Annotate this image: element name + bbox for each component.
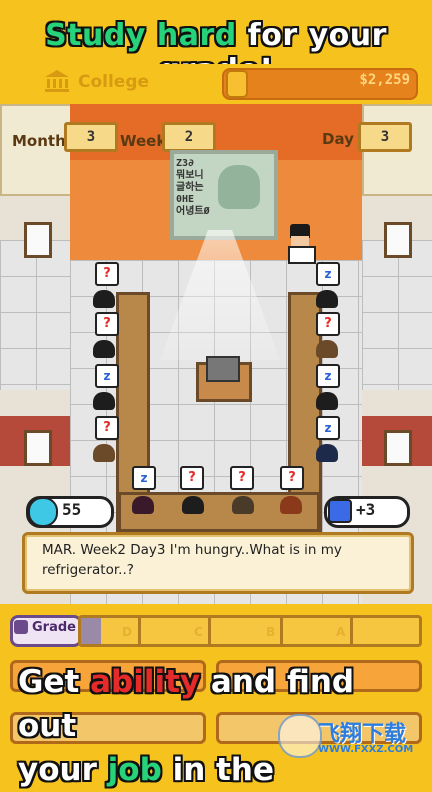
question-bubble-icon: ? [180,466,204,490]
caption-text: in the [161,752,274,788]
blackboard-text: Z3∂ 뭐보니 글하는 0HE 어녕트Ø [176,158,210,217]
grade-divider [280,615,283,645]
student[interactable] [316,444,338,462]
grade-icon [14,620,28,634]
happiness-value: 55 [62,500,82,519]
student[interactable] [93,392,115,410]
grade-letter-b: B [266,625,276,639]
day-value: 3 [358,122,412,152]
student[interactable] [316,340,338,358]
student[interactable] [232,496,254,514]
left-floor [0,240,70,390]
student[interactable] [316,392,338,410]
question-bubble-icon: ? [95,262,119,286]
grade-letter-a: A [336,625,346,639]
projector-device [206,356,240,382]
dialog-text: MAR. Week2 Day3 I'm hungry..What is in m… [42,542,342,578]
note-value: +3 [356,500,376,519]
student[interactable] [93,444,115,462]
question-bubble-icon: ? [230,466,254,490]
grade-letter-d: D [122,625,132,639]
sleep-bubble-icon: z [95,364,119,388]
sleep-bubble-icon: z [316,262,340,286]
grade-label: Grade [32,620,76,635]
right-door [384,222,412,258]
college-icon [45,70,69,92]
question-bubble-icon: ? [316,312,340,336]
month-label: Month [12,132,66,150]
caption-text: Get [18,664,91,700]
sleep-bubble-icon: z [316,364,340,388]
droplet-icon [28,497,58,527]
cat-drawing-icon [218,165,260,209]
left-lockers [0,104,74,196]
student[interactable] [182,496,204,514]
caption-highlight: ability [90,664,201,700]
right-floor [362,240,432,390]
question-bubble-icon: ? [280,466,304,490]
grade-divider [350,615,353,645]
student[interactable] [93,340,115,358]
caption-highlight: job [107,752,162,788]
week-label: Week [120,132,167,150]
month-value: 3 [64,122,118,152]
sleep-bubble-icon: z [316,416,340,440]
student[interactable] [280,496,302,514]
sleep-bubble-icon: z [132,466,156,490]
week-value: 2 [162,122,216,152]
right-lower-door [384,430,412,466]
watermark-url: WWW.FXXZ.COM [318,744,414,755]
money-value: $2,259 [359,72,410,88]
grade-progress-fill [81,618,101,644]
question-bubble-icon: ? [95,416,119,440]
coin-icon [226,70,248,98]
student[interactable] [132,496,154,514]
question-bubble-icon: ? [95,312,119,336]
student[interactable] [93,290,115,308]
teacher-body[interactable] [288,246,316,264]
caption-text: your [18,752,108,788]
watermark-logo-icon [278,714,322,758]
grade-divider [208,615,211,645]
student[interactable] [316,290,338,308]
title-highlight: Study hard [45,18,237,53]
day-label: Day [322,130,354,148]
grade-divider [138,615,141,645]
teacher-face [291,236,309,246]
left-lower-door [24,430,52,466]
location-label: College [78,72,150,92]
grade-letter-c: C [194,625,203,639]
left-door [24,222,52,258]
note-icon [328,499,352,523]
